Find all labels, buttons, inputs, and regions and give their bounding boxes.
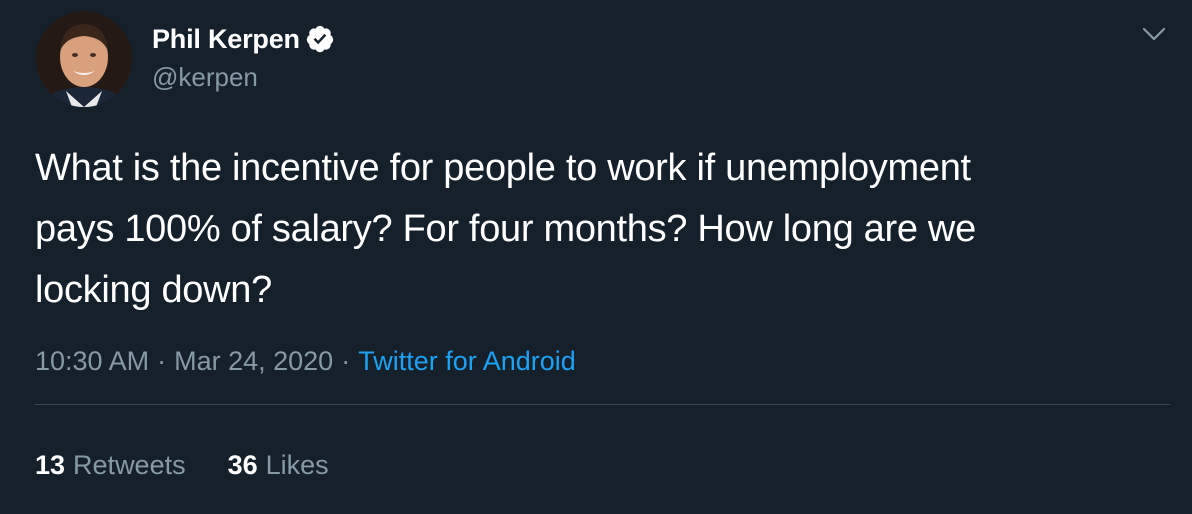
retweets-count: 13: [35, 450, 66, 480]
tweet-date[interactable]: Mar 24, 2020: [174, 346, 333, 376]
divider: [35, 404, 1170, 405]
tweet-text: What is the incentive for people to work…: [35, 147, 976, 311]
avatar[interactable]: [36, 11, 132, 107]
meta-separator: ·: [341, 346, 351, 376]
retweets-stat[interactable]: 13 Retweets: [35, 450, 186, 481]
verified-badge-icon: [305, 24, 335, 54]
tweet-meta: 10:30 AM · Mar 24, 2020 · Twitter for Androi…: [35, 346, 576, 377]
name-row: Phil Kerpen: [152, 22, 335, 56]
likes-count: 36: [227, 450, 258, 480]
meta-separator: ·: [157, 346, 167, 376]
likes-label: Likes: [265, 450, 329, 480]
likes-stat[interactable]: 36 Likes: [228, 450, 329, 481]
display-name[interactable]: Phil Kerpen: [152, 24, 300, 55]
tweet-stats: 13 Retweets 36 Likes: [35, 450, 329, 481]
handle[interactable]: @kerpen: [152, 62, 335, 93]
chevron-down-icon[interactable]: [1140, 20, 1168, 48]
avatar-photo: [36, 11, 132, 107]
author-block: Phil Kerpen @kerpen: [152, 22, 335, 93]
retweets-label: Retweets: [73, 450, 186, 480]
tweet-source-link[interactable]: Twitter for Android: [358, 346, 576, 376]
tweet-time[interactable]: 10:30 AM: [35, 346, 149, 376]
tweet-card: Phil Kerpen @kerpen What is the incentiv…: [0, 0, 1192, 514]
